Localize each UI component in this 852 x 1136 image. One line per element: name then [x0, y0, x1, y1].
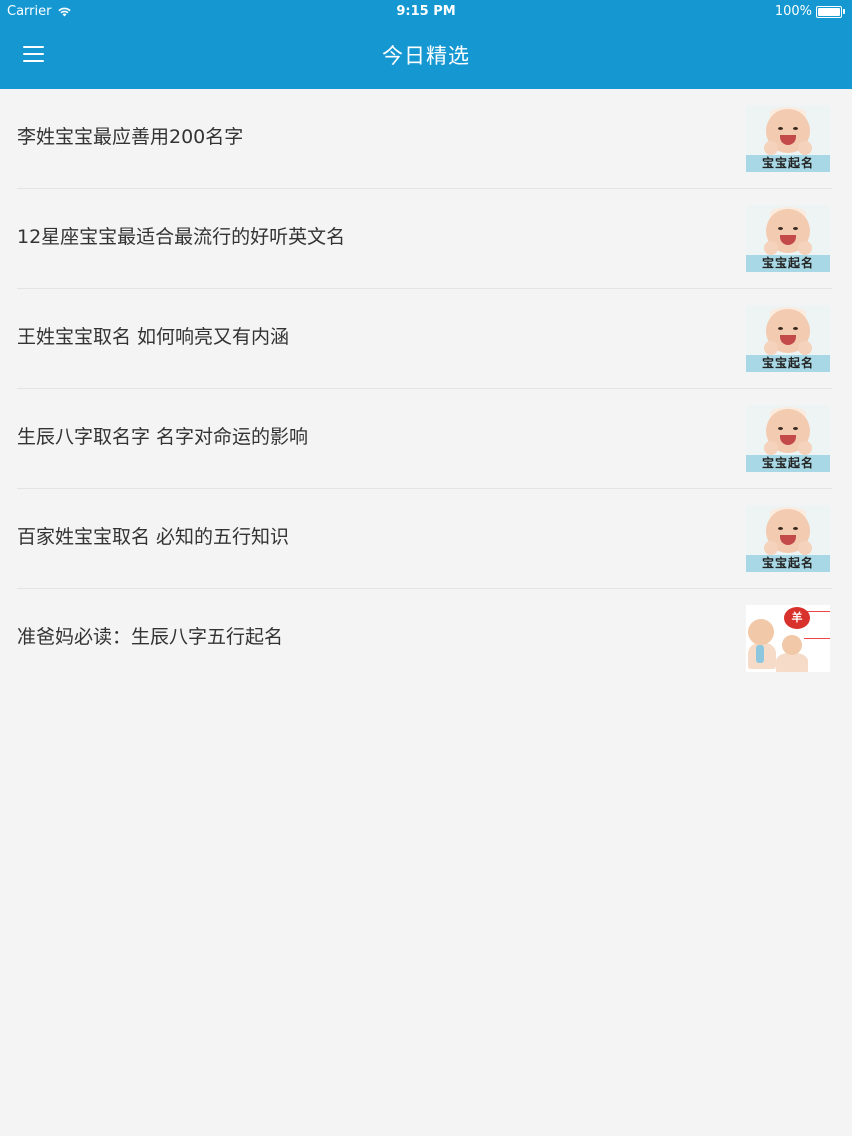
list-item[interactable]: 王姓宝宝取名 如何响亮又有内涵 宝宝起名 — [0, 289, 852, 389]
thumbnail-caption: 宝宝起名 — [761, 256, 814, 270]
article-thumbnail: 宝宝起名 — [746, 305, 830, 372]
article-title: 李姓宝宝最应善用200名字 — [17, 126, 244, 148]
thumbnail-badge: 羊 — [784, 607, 810, 629]
page-title: 今日精选 — [382, 44, 470, 68]
status-time: 9:15 PM — [396, 4, 456, 19]
article-title: 王姓宝宝取名 如何响亮又有内涵 — [17, 326, 290, 348]
navigation-bar: 今日精选 — [0, 24, 852, 89]
list-item[interactable]: 12星座宝宝最适合最流行的好听英文名 宝宝起名 — [0, 189, 852, 289]
list-item[interactable]: 百家姓宝宝取名 必知的五行知识 宝宝起名 — [0, 489, 852, 589]
article-title: 生辰八字取名字 名字对命运的影响 — [17, 426, 309, 448]
article-thumbnail: 宝宝起名 — [746, 205, 830, 272]
thumbnail-caption: 宝宝起名 — [761, 556, 814, 570]
battery-icon — [816, 5, 842, 18]
list-item[interactable]: 生辰八字取名字 名字对命运的影响 宝宝起名 — [0, 389, 852, 489]
status-bar: Carrier 9:15 PM 100% — [0, 0, 852, 24]
article-thumbnail: 宝宝起名 — [746, 405, 830, 472]
article-thumbnail: 宝宝起名 — [746, 105, 830, 172]
article-list: 李姓宝宝最应善用200名字 宝宝起名 12星座宝宝最适合最流行的好听英文名 宝宝… — [0, 89, 852, 689]
article-title: 12星座宝宝最适合最流行的好听英文名 — [17, 226, 346, 248]
thumbnail-caption: 宝宝起名 — [761, 456, 814, 470]
article-title: 百家姓宝宝取名 必知的五行知识 — [17, 526, 290, 548]
thumbnail-caption: 宝宝起名 — [761, 156, 814, 170]
battery-percent: 100% — [774, 4, 812, 19]
thumbnail-caption: 宝宝起名 — [761, 356, 814, 370]
list-item[interactable]: 准爸妈必读：生辰八字五行起名 羊 — [0, 589, 852, 689]
article-title: 准爸妈必读：生辰八字五行起名 — [17, 626, 284, 648]
battery-indicator: 100% — [775, 4, 845, 19]
list-item[interactable]: 李姓宝宝最应善用200名字 宝宝起名 — [0, 89, 852, 189]
article-thumbnail: 羊 — [746, 605, 830, 672]
article-thumbnail: 宝宝起名 — [746, 505, 830, 572]
